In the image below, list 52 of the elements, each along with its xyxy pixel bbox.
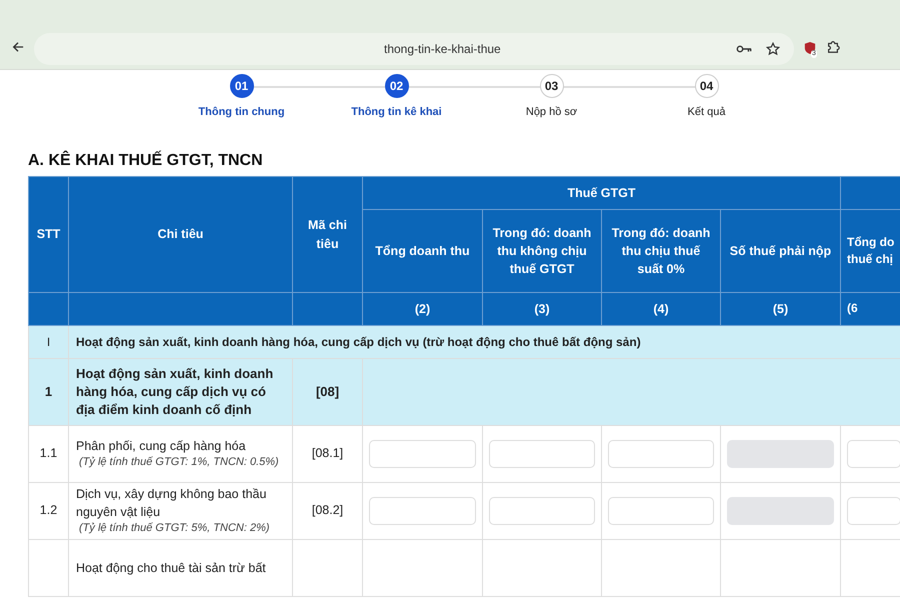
column-header: Số thuế phải nộp <box>720 210 840 292</box>
step-number[interactable]: 02 <box>384 74 408 98</box>
column-number: (6 <box>840 292 900 326</box>
table-cell: [08] <box>292 358 362 426</box>
shield-icon[interactable] <box>804 41 816 55</box>
amount-field[interactable] <box>489 440 595 468</box>
step-label: Kết quả <box>688 106 726 118</box>
column-number: (4) <box>602 292 720 326</box>
amount-field[interactable] <box>608 440 714 468</box>
column-header: Mã chi tiêu <box>292 176 362 292</box>
indicator-text: Dịch vụ, xây dựng không bao thầu nguyên vật liệu <box>76 486 268 521</box>
column-header: Tổng doanh thu <box>362 210 482 292</box>
indicator-text: Phân phối, cung cấp hàng hóa <box>76 438 247 455</box>
back-icon[interactable] <box>12 41 24 53</box>
star-icon[interactable] <box>766 42 780 56</box>
table-cell: 1.1 <box>40 446 58 460</box>
step-number[interactable]: 04 <box>694 74 718 98</box>
column-header: Trong đó: doanh thu không chịu thuế GTGT <box>482 210 602 292</box>
step-label: Thông tin kê khai <box>351 106 442 118</box>
amount-field[interactable] <box>489 497 595 526</box>
rate-note: (Tỷ lệ tính thuế GTGT: 1%, TNCN: 0.5%) <box>78 455 280 470</box>
table-cell: 1 <box>28 358 68 426</box>
puzzle-icon[interactable] <box>826 40 840 54</box>
table-cell: [08.2] <box>312 503 344 518</box>
indicator-text: Hoạt động cho thuê tài sản trừ bất <box>76 560 267 577</box>
column-number: (5) <box>720 292 840 326</box>
column-header: STT <box>28 176 68 292</box>
amount-field[interactable] <box>608 497 714 526</box>
section-title: A. KÊ KHAI THUẾ GTGT, TNCN <box>28 152 264 170</box>
amount-field[interactable] <box>847 440 900 468</box>
step-label: Thông tin chung <box>198 106 285 118</box>
step-number[interactable]: 01 <box>230 74 254 98</box>
amount-field[interactable] <box>369 497 476 526</box>
column-header: Trong đó: doanh thu chịu thuế suất 0% <box>602 210 720 292</box>
table-cell: Hoạt động sản xuất, kinh doanh hàng hóa, cung cấp dịch vụ (trừ hoạt động cho thuê bất động sản) <box>68 326 900 358</box>
key-icon[interactable] <box>736 44 752 54</box>
address-bar[interactable]: thong-tin-ke-khai-thue <box>34 33 794 65</box>
rate-note: (Tỷ lệ tính thuế GTGT: 5%, TNCN: 2%) <box>78 521 271 536</box>
column-number: (2) <box>362 292 482 326</box>
column-group-header: Thuế GTGT <box>362 176 840 210</box>
step-number[interactable]: 03 <box>540 74 564 98</box>
table-cell: 1.2 <box>40 503 58 518</box>
step-label: Nộp hồ sơ <box>526 106 578 118</box>
amount-field[interactable] <box>847 497 900 526</box>
column-header: Chi tiêu <box>68 176 292 292</box>
column-number: (3) <box>482 292 602 326</box>
table-cell: [08.1] <box>312 446 344 460</box>
column-header: Tổng do thuế chị <box>840 210 900 292</box>
amount-field[interactable] <box>369 440 476 468</box>
table-cell: I <box>28 326 68 358</box>
table-cell: Hoạt động sản xuất, kinh doanh hàng hóa, cung cấp dịch vụ có địa điểm kinh doanh cố định <box>68 358 292 426</box>
url-text: thong-tin-ke-khai-thue <box>384 42 502 56</box>
